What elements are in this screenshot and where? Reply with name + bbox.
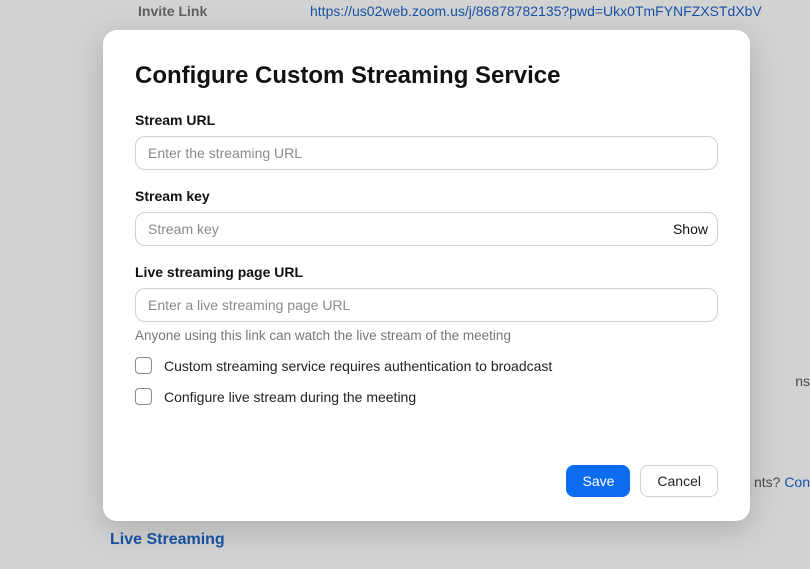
page-url-label: Live streaming page URL [135, 264, 718, 280]
during-checkbox[interactable] [135, 388, 152, 405]
save-button[interactable]: Save [566, 465, 630, 497]
page-root: Invite Link https://us02web.zoom.us/j/86… [0, 0, 810, 569]
stream-key-label: Stream key [135, 188, 718, 204]
auth-checkbox-row: Custom streaming service requires authen… [135, 357, 718, 374]
during-checkbox-row: Configure live stream during the meeting [135, 388, 718, 405]
stream-key-input[interactable] [135, 212, 718, 246]
page-url-group: Live streaming page URL Anyone using thi… [135, 264, 718, 343]
modal-footer: Save Cancel [135, 465, 718, 497]
page-url-help-text: Anyone using this link can watch the liv… [135, 328, 718, 343]
page-url-input-wrap [135, 288, 718, 322]
auth-checkbox-label[interactable]: Custom streaming service requires authen… [164, 358, 552, 374]
show-stream-key-button[interactable]: Show [673, 212, 708, 246]
page-url-input[interactable] [135, 288, 718, 322]
stream-url-input-wrap [135, 136, 718, 170]
auth-checkbox[interactable] [135, 357, 152, 374]
modal-title: Configure Custom Streaming Service [135, 62, 718, 90]
cancel-button[interactable]: Cancel [640, 465, 718, 497]
during-checkbox-label[interactable]: Configure live stream during the meeting [164, 389, 416, 405]
stream-url-input[interactable] [135, 136, 718, 170]
stream-url-group: Stream URL [135, 112, 718, 170]
stream-url-label: Stream URL [135, 112, 718, 128]
stream-key-group: Stream key Show [135, 188, 718, 246]
configure-streaming-modal: Configure Custom Streaming Service Strea… [103, 30, 750, 521]
stream-key-input-wrap: Show [135, 212, 718, 246]
